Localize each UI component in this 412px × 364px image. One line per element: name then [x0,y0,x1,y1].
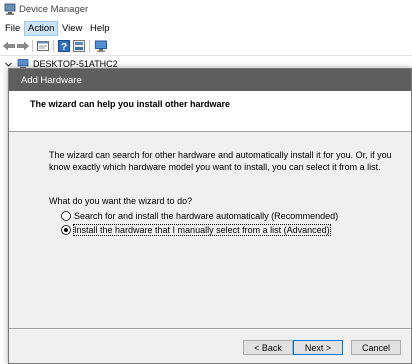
toolbar: ? [0,37,412,56]
dialog-titlebar[interactable]: Add Hardware [9,69,411,91]
window-titlebar: Device Manager [0,0,412,20]
window-title: Device Manager [19,4,89,15]
cancel-button[interactable]: Cancel [351,340,401,355]
menu-file[interactable]: File [2,22,23,35]
menu-view[interactable]: View [59,22,85,35]
option-manual-select[interactable]: Install the hardware that I manually sel… [61,224,331,236]
menu-help[interactable]: Help [87,22,113,35]
dialog-title: Add Hardware [21,75,82,86]
back-button[interactable]: < Back [243,340,293,355]
next-button[interactable]: Next > [293,340,343,355]
dialog-header-title: The wizard can help you install other ha… [30,99,231,109]
help-icon[interactable]: ? [57,39,71,53]
menu-bar: File Action View Help [0,20,412,37]
description-line: The wizard can search for other hardware… [49,150,392,160]
radio-button-selected[interactable] [61,225,71,235]
svg-text:?: ? [61,42,67,53]
toolbar-separator [32,40,33,52]
dialog-header: The wizard can help you install other ha… [9,91,411,132]
menu-action[interactable]: Action [24,21,59,36]
dialog-question: What do you want the wizard to do? [49,196,193,206]
dialog-divider [9,328,411,330]
toolbar-separator [89,40,90,52]
device-manager-icon [4,3,16,15]
option-search-automatically[interactable]: Search for and install the hardware auto… [61,210,338,222]
back-arrow-icon[interactable] [2,39,16,53]
dialog-description: The wizard can search for other hardware… [49,149,394,173]
radio-label[interactable]: Search for and install the hardware auto… [74,211,338,221]
add-hardware-dialog: Add Hardware The wizard can help you ins… [8,68,412,364]
toolbar-separator [53,40,54,52]
radio-button[interactable] [61,211,71,221]
properties-icon[interactable] [36,39,50,53]
radio-label[interactable]: Install the hardware that I manually sel… [73,224,331,236]
scan-hardware-icon[interactable] [94,39,108,53]
description-line: know exactly which hardware model you wa… [49,162,381,172]
forward-arrow-icon[interactable] [16,39,30,53]
update-driver-icon[interactable] [72,39,86,53]
